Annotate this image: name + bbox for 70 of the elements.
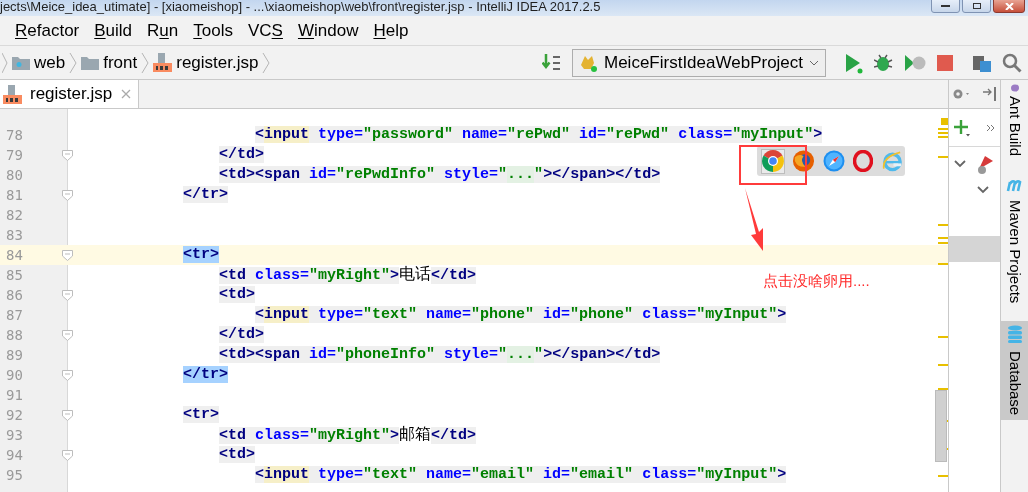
menu-item[interactable]: Build xyxy=(94,17,133,44)
scrollbar-thumb[interactable] xyxy=(935,390,947,462)
jsp-file-icon xyxy=(3,84,22,104)
minimize-button[interactable] xyxy=(931,0,960,13)
menu-item[interactable]: Run xyxy=(147,17,179,44)
code-line: <input type="text" name="email" id="email" class="myInput"> xyxy=(255,465,787,485)
close-icon[interactable] xyxy=(121,89,132,99)
code-line: <input type="text" name="phone" id="phone" class="myInput"> xyxy=(255,305,787,325)
settings-icon[interactable] xyxy=(952,87,972,101)
browser-button[interactable] xyxy=(791,148,816,174)
search-icon[interactable] xyxy=(1002,52,1022,73)
menu-item[interactable]: Tools xyxy=(193,17,233,44)
breadcrumb-item[interactable]: web xyxy=(12,49,66,76)
tool-window-button[interactable]: Database xyxy=(1001,321,1028,420)
breadcrumb-item[interactable]: register.jsp xyxy=(153,49,259,76)
coverage-icon[interactable] xyxy=(904,52,926,73)
fold-marker-icon[interactable] xyxy=(61,409,73,421)
ant-icon xyxy=(1008,84,1021,92)
close-icon xyxy=(1004,2,1014,10)
breadcrumb-item[interactable]: front xyxy=(81,49,138,76)
run-config-dropdown[interactable]: MeiceFirstIdeaWebProject xyxy=(572,48,826,77)
menu-item[interactable]: VCS xyxy=(248,17,283,44)
jsp-file-icon xyxy=(153,53,173,72)
close-button[interactable] xyxy=(993,0,1025,13)
code-line: <td class="myRight">邮箱</td> xyxy=(219,424,477,446)
code-line: <input type="password" name="rePwd" id="rePwd" class="myInput"> xyxy=(255,125,823,145)
tool-window-button[interactable]: Ant Build xyxy=(1001,80,1028,161)
ant-target-icon xyxy=(975,153,995,175)
run-icon[interactable] xyxy=(844,51,864,74)
chevron-icon xyxy=(262,51,271,74)
chevron-icon xyxy=(69,51,78,74)
code-line: <td><span id="phoneInfo" style="..."></span></td> xyxy=(219,345,661,365)
highlight-frame xyxy=(739,145,807,185)
add-icon[interactable] xyxy=(953,118,971,137)
fold-marker-icon[interactable] xyxy=(61,369,73,381)
more-icon[interactable] xyxy=(986,123,996,132)
browser-button[interactable] xyxy=(822,148,846,174)
browser-button[interactable] xyxy=(852,148,874,174)
database-icon xyxy=(1006,325,1023,344)
chevron-icon xyxy=(2,51,8,74)
code-line: <td><span id="rePwdInfo" style="..."></span></td> xyxy=(219,165,661,185)
browser-button[interactable] xyxy=(761,148,785,174)
fold-marker-icon[interactable] xyxy=(61,149,73,161)
fold-marker-icon[interactable] xyxy=(61,249,73,261)
menu-item[interactable]: Refactor xyxy=(15,17,80,44)
menu-item[interactable]: Window xyxy=(297,17,359,44)
fold-marker-icon[interactable] xyxy=(61,289,73,301)
minimize-icon xyxy=(941,5,950,7)
restore-icon xyxy=(972,3,981,9)
editor-tab[interactable]: register.jsp xyxy=(0,80,140,108)
folder-icon xyxy=(81,55,100,70)
tool-window-button[interactable]: Maven Projects xyxy=(1001,174,1028,308)
debug-icon[interactable] xyxy=(874,52,894,73)
fold-marker-icon[interactable] xyxy=(61,449,73,461)
window-title: jects\Meice_idea_utimate] - [xiaomeishop] - ...\xiaomeishop\web\front\register.jsp - IntelliJ IDEA 2017.2.5 xyxy=(0,0,601,14)
chevron-down-icon[interactable] xyxy=(954,160,966,168)
fold-marker-icon[interactable] xyxy=(61,189,73,201)
chevron-icon xyxy=(141,51,150,74)
menu-item[interactable]: Help xyxy=(373,17,409,44)
fold-marker-icon[interactable] xyxy=(61,329,73,341)
hide-panel-icon[interactable] xyxy=(983,87,997,101)
folder-icon xyxy=(12,55,30,70)
maven-icon xyxy=(1005,178,1024,193)
caret-icon xyxy=(809,59,819,66)
code-line: <td class="myRight">电话</td> xyxy=(219,264,477,286)
annotation-text: 点击没啥卵用.... xyxy=(763,271,870,291)
chevron-down-icon[interactable] xyxy=(977,186,989,194)
restore-button[interactable] xyxy=(962,0,991,13)
stop-icon[interactable] xyxy=(936,53,954,72)
sort-icon[interactable] xyxy=(542,52,562,73)
